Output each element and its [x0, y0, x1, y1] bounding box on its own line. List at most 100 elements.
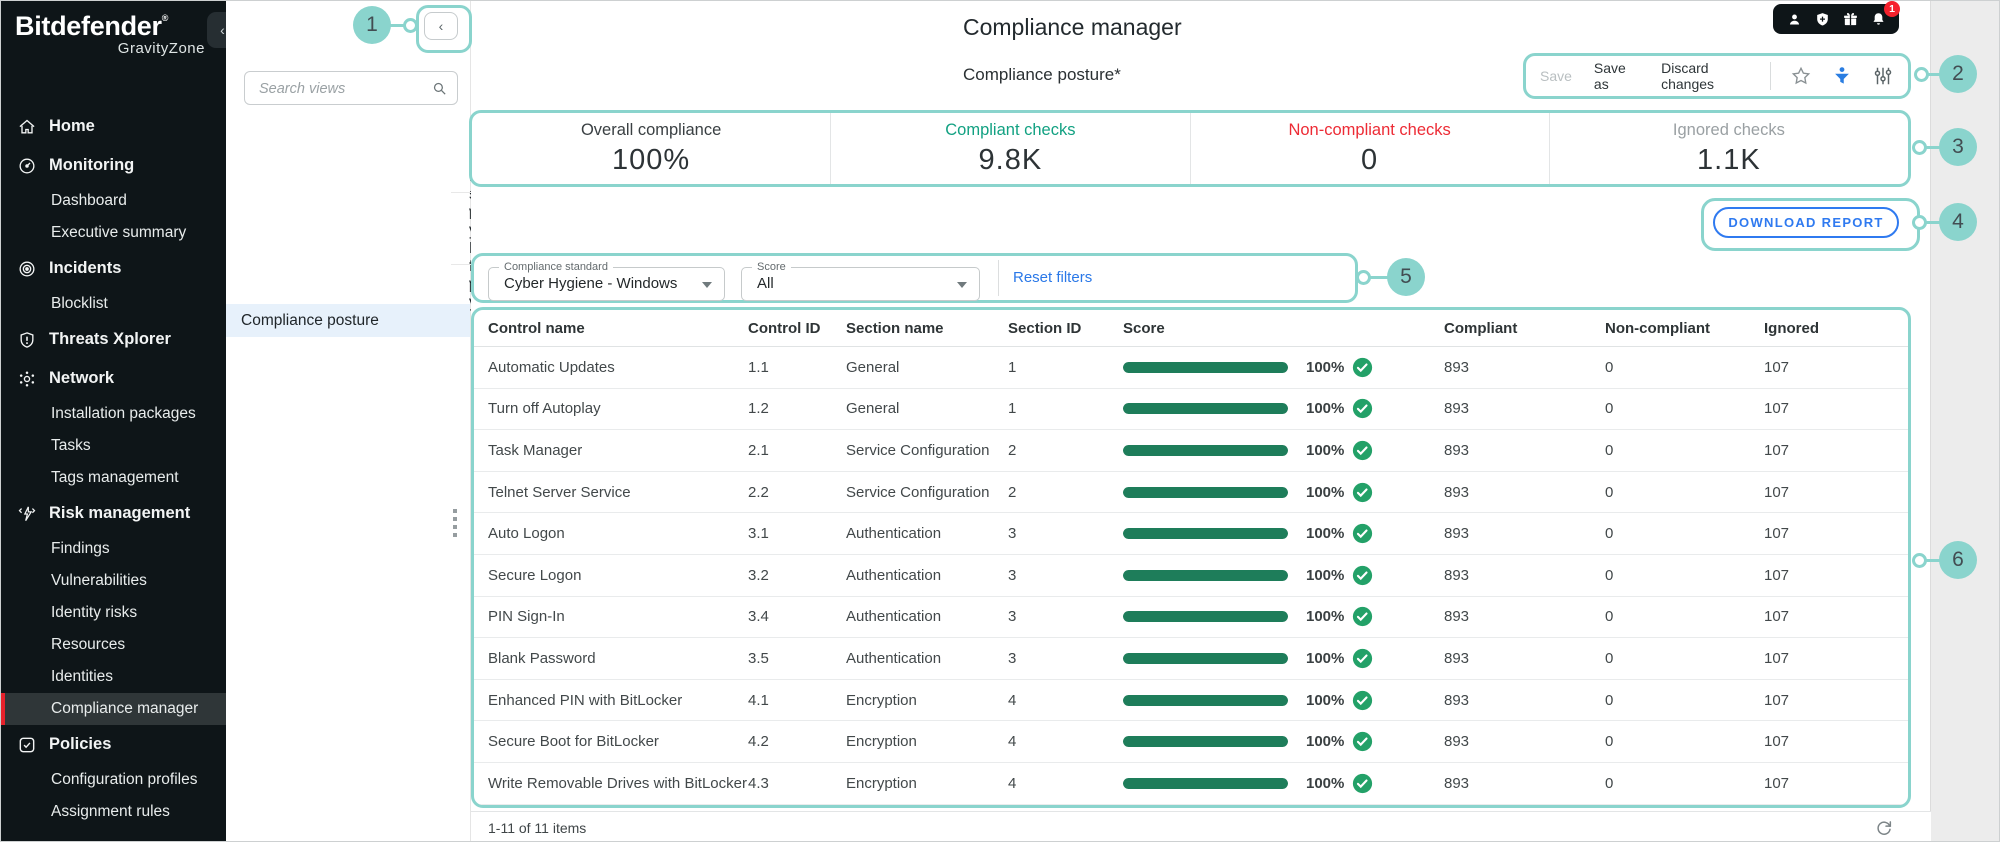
- sidebar-item-identities[interactable]: Identities: [1, 661, 226, 693]
- sidebar-item-findings[interactable]: Findings: [1, 533, 226, 565]
- table-row[interactable]: Task Manager 2.1 Service Configuration 2 100…: [474, 430, 1908, 472]
- compliance-standard-select[interactable]: Compliance standard Cyber Hygiene - Wind…: [488, 261, 725, 301]
- cell-non-compliant: 0: [1605, 774, 1614, 792]
- refresh-button[interactable]: [1874, 817, 1896, 839]
- column-settings-icon[interactable]: [1872, 65, 1894, 87]
- column-header-section-id[interactable]: Section ID: [1008, 320, 1123, 337]
- cell-control-name: Turn off Autoplay: [488, 400, 601, 418]
- score-percent: 100%: [1306, 441, 1345, 459]
- column-header-control-id[interactable]: Control ID: [748, 320, 846, 337]
- table-row[interactable]: Turn off Autoplay 1.2 General 1 100% 893 0 107: [474, 389, 1908, 431]
- cell-section-id: 4: [1008, 691, 1017, 709]
- column-header-control-name[interactable]: Control name: [488, 320, 748, 337]
- network-icon: [17, 369, 37, 389]
- check-circle-icon: [1352, 440, 1373, 461]
- sidebar-item-label: Incidents: [49, 259, 122, 277]
- column-header-non-compliant[interactable]: Non-compliant: [1605, 320, 1764, 337]
- annotation-circle-2: 2: [1939, 55, 1977, 93]
- cell-control-name: Automatic Updates: [488, 358, 615, 376]
- sidebar-item-label: Policies: [49, 735, 112, 753]
- discard-changes-button[interactable]: Discard changes: [1661, 60, 1750, 92]
- score-percent: 100%: [1306, 525, 1345, 543]
- reset-filters-link[interactable]: Reset filters: [1013, 269, 1092, 286]
- sidebar-item-policies[interactable]: Policies: [1, 725, 226, 764]
- cell-non-compliant: 0: [1605, 733, 1614, 751]
- view-item-compliance-posture[interactable]: Compliance posture: [226, 304, 470, 337]
- sidebar-item-label: Compliance manager: [51, 700, 199, 717]
- table-row[interactable]: Secure Boot for BitLocker 4.2 Encryption 4 1…: [474, 721, 1908, 763]
- table-row[interactable]: PIN Sign-In 3.4 Authentication 3 100% 893 0 107: [474, 597, 1908, 639]
- cell-non-compliant: 0: [1605, 525, 1614, 543]
- sidebar-item-network[interactable]: Network: [1, 359, 226, 398]
- sidebar-item-executive-summary[interactable]: Executive summary: [1, 217, 226, 249]
- search-views-input[interactable]: [257, 72, 429, 106]
- stat-value: 1.1K: [1697, 143, 1761, 176]
- sidebar-item-home[interactable]: Home: [1, 107, 226, 146]
- sidebar-item-label: Tasks: [51, 437, 91, 454]
- divider: [998, 260, 999, 296]
- cell-section-name: Service Configuration: [846, 483, 990, 501]
- cell-compliant: 893: [1444, 774, 1470, 792]
- cell-score: 100%: [1123, 523, 1444, 544]
- cell-control-id: 4.1: [748, 691, 769, 709]
- sidebar-item-identity-risks[interactable]: Identity risks: [1, 597, 226, 629]
- home-icon: [17, 117, 37, 137]
- cell-section-name: Service Configuration: [846, 441, 990, 459]
- chevron-left-icon: ‹: [220, 22, 225, 38]
- cell-control-name: Telnet Server Service: [488, 483, 631, 501]
- save-button[interactable]: Save: [1540, 68, 1572, 84]
- sidebar-item-configuration-profiles[interactable]: Configuration profiles: [1, 764, 226, 796]
- sidebar-item-monitoring[interactable]: Monitoring: [1, 146, 226, 185]
- sidebar-item-assignment-rules[interactable]: Assignment rules: [1, 796, 226, 828]
- notifications-bell-icon[interactable]: [1870, 11, 1887, 28]
- cell-compliant: 893: [1444, 733, 1470, 751]
- table-row[interactable]: Telnet Server Service 2.2 Service Configur…: [474, 472, 1908, 514]
- gift-icon[interactable]: [1842, 11, 1859, 28]
- sidebar-item-resources[interactable]: Resources: [1, 629, 226, 661]
- sidebar-item-dashboard[interactable]: Dashboard: [1, 185, 226, 217]
- sidebar-item-threats-xplorer[interactable]: Threats Xplorer: [1, 320, 226, 359]
- sidebar-item-label: Risk management: [49, 504, 191, 522]
- column-header-ignored[interactable]: Ignored: [1764, 320, 1908, 337]
- column-header-compliant[interactable]: Compliant: [1444, 320, 1605, 337]
- cell-section-id: 2: [1008, 483, 1017, 501]
- user-account-icon[interactable]: [1786, 11, 1803, 28]
- table-row[interactable]: Blank Password 3.5 Authentication 3 100% 893 0…: [474, 638, 1908, 680]
- sidebar-item-compliance-manager[interactable]: Compliance manager: [1, 693, 226, 725]
- monitoring-icon: [17, 156, 37, 176]
- cell-score: 100%: [1123, 482, 1444, 503]
- views-panel-collapse-button[interactable]: ‹: [424, 12, 458, 40]
- filter-icon[interactable]: [1831, 65, 1853, 87]
- sidebar-item-risk-management[interactable]: Risk management: [1, 494, 226, 533]
- save-as-button[interactable]: Save as: [1594, 60, 1637, 92]
- favorite-star-icon[interactable]: [1790, 65, 1812, 87]
- cell-score: 100%: [1123, 731, 1444, 752]
- shield-plus-icon[interactable]: [1814, 11, 1831, 28]
- table-row[interactable]: Automatic Updates 1.1 General 1 100% 893 0 107: [474, 347, 1908, 389]
- page-title: Compliance manager: [963, 14, 1182, 40]
- table-row[interactable]: Enhanced PIN with BitLocker 4.1 Encryption…: [474, 680, 1908, 722]
- sidebar-item-tasks[interactable]: Tasks: [1, 430, 226, 462]
- cell-ignored: 107: [1764, 566, 1790, 584]
- sidebar-item-installation-packages[interactable]: Installation packages: [1, 398, 226, 430]
- table-row[interactable]: Secure Logon 3.2 Authentication 3 100% 893 0 10…: [474, 555, 1908, 597]
- column-header-score[interactable]: Score: [1123, 320, 1444, 337]
- table-row[interactable]: Write Removable Drives with BitLocker 4.3…: [474, 763, 1908, 805]
- items-count: 1-11 of 11 items: [488, 820, 587, 836]
- table-row[interactable]: Auto Logon 3.1 Authentication 3 100% 893 0 107: [474, 513, 1908, 555]
- cell-section-id: 2: [1008, 441, 1017, 459]
- score-percent: 100%: [1306, 358, 1345, 376]
- sidebar-item-tags-management[interactable]: Tags management: [1, 462, 226, 494]
- sidebar-item-blocklist[interactable]: Blocklist: [1, 288, 226, 320]
- cell-score: 100%: [1123, 773, 1444, 794]
- column-header-section-name[interactable]: Section name: [846, 320, 1008, 337]
- score-progress-bar: [1123, 652, 1288, 664]
- panel-resize-handle[interactable]: [453, 509, 457, 537]
- sidebar-item-label: Home: [49, 117, 95, 135]
- download-report-button[interactable]: DOWNLOAD REPORT: [1713, 207, 1899, 238]
- sidebar-item-vulnerabilities[interactable]: Vulnerabilities: [1, 565, 226, 597]
- sidebar-item-incidents[interactable]: Incidents: [1, 249, 226, 288]
- cell-control-name: Blank Password: [488, 649, 596, 667]
- score-select[interactable]: Score All: [741, 261, 980, 301]
- cell-control-name: Auto Logon: [488, 525, 565, 543]
